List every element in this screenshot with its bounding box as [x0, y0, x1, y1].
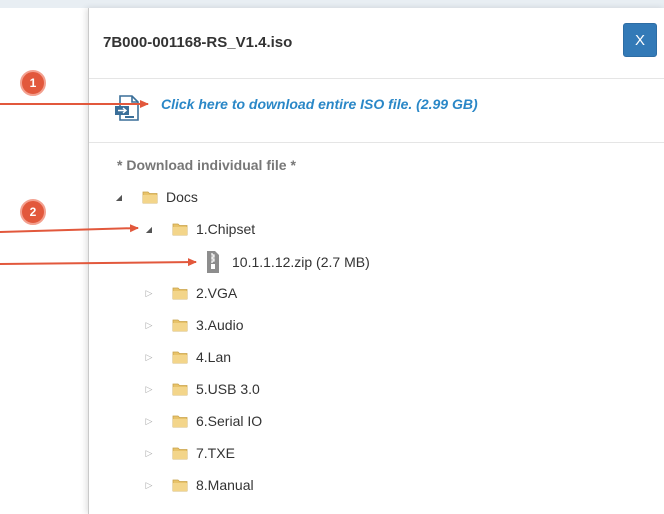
callout-badge-1: 1 [20, 70, 46, 96]
callout-arrow-3 [0, 258, 197, 267]
callout-arrow-2 [0, 224, 139, 233]
callout-arrows [0, 100, 197, 267]
callout-badge-2: 2 [20, 199, 46, 225]
